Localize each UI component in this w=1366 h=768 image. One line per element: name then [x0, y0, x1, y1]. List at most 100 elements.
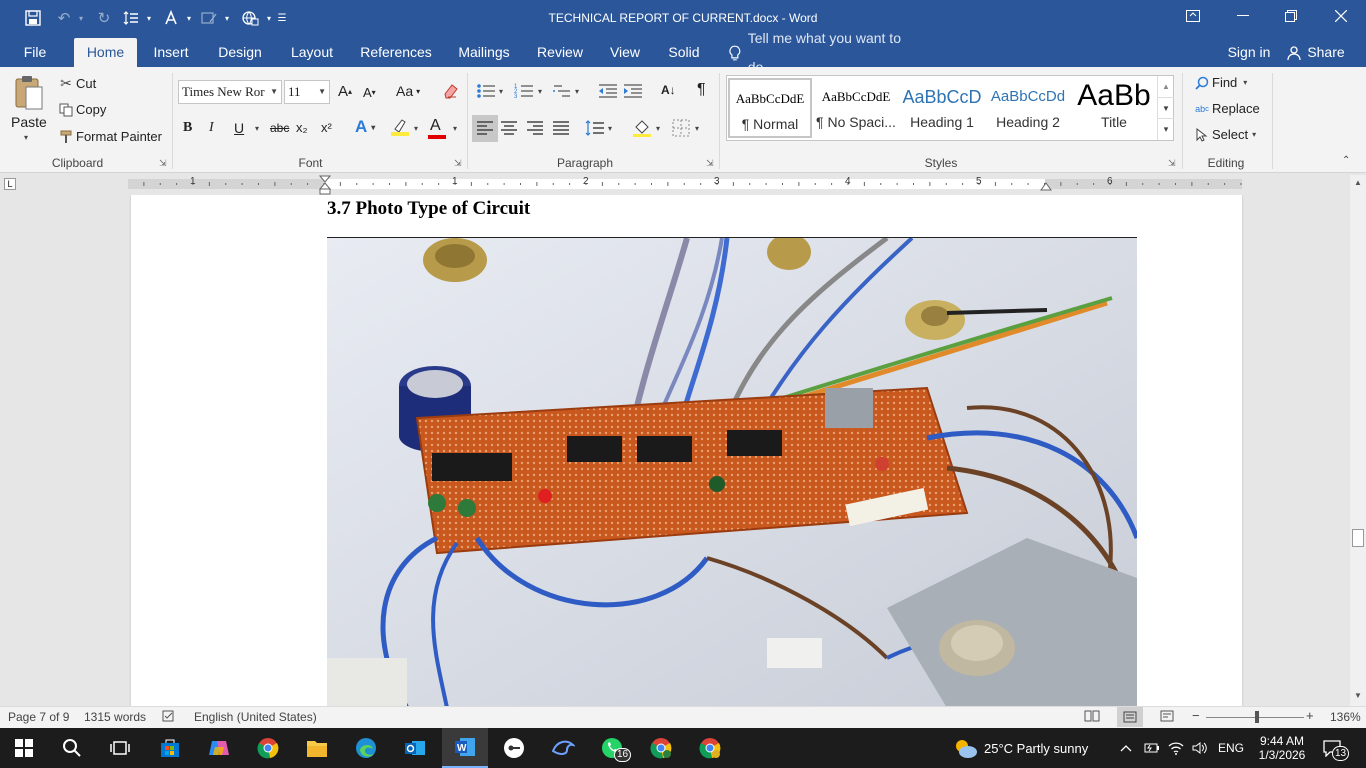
tell-me-search[interactable]: Tell me what you want to do...	[728, 30, 928, 75]
superscript-button[interactable]: x²	[321, 120, 332, 135]
copy-button[interactable]: Copy	[56, 102, 106, 117]
align-center-button[interactable]	[500, 120, 518, 139]
clear-formatting-button[interactable]	[442, 82, 460, 100]
print-layout-icon[interactable]	[1117, 707, 1143, 727]
page-count[interactable]: Page 7 of 9	[8, 710, 69, 724]
italic-button[interactable]: I	[209, 120, 214, 136]
qa-dropdown-icon-4[interactable]: ▾	[264, 7, 274, 29]
justify-button[interactable]	[552, 120, 570, 139]
app-icon[interactable]	[498, 732, 530, 764]
web-layout-icon[interactable]	[238, 7, 262, 29]
read-mode-icon[interactable]	[1084, 710, 1100, 725]
text-effects-button[interactable]: A ▾	[355, 117, 375, 137]
right-indent-marker-icon[interactable]	[1040, 181, 1052, 191]
zoom-level[interactable]: 136%	[1330, 710, 1361, 724]
volume-icon[interactable]	[1192, 728, 1208, 768]
collapse-ribbon-icon[interactable]: ⌃	[1342, 155, 1350, 166]
decrease-indent-button[interactable]	[598, 82, 618, 103]
qa-dropdown-icon-3[interactable]: ▾	[222, 7, 232, 29]
vertical-scrollbar[interactable]: ▲ ▼	[1350, 175, 1366, 706]
bullets-dropdown-icon[interactable]: ▾	[499, 87, 503, 96]
task-view-icon[interactable]	[104, 732, 136, 764]
chrome-profile-icon[interactable]	[645, 732, 677, 764]
numbering-button[interactable]: 123	[514, 82, 534, 103]
qa-dropdown-icon-2[interactable]: ▾	[184, 7, 194, 29]
styles-more-icon[interactable]: ▾	[1158, 118, 1174, 139]
scroll-thumb[interactable]	[1352, 529, 1364, 547]
strikethrough-button[interactable]: abc	[270, 121, 289, 135]
notifications-icon[interactable]: 13	[1322, 728, 1350, 768]
restore-icon[interactable]	[1268, 0, 1314, 32]
paragraph-launcher-icon[interactable]: ⇲	[706, 158, 714, 169]
tab-design[interactable]: Design	[210, 38, 270, 67]
format-painter-button[interactable]: Format Painter	[56, 129, 162, 144]
style-normal[interactable]: AaBbCcDdE ¶ Normal	[728, 78, 812, 138]
redo-icon[interactable]: ↻	[94, 7, 114, 29]
outlook-icon[interactable]	[399, 732, 431, 764]
bullets-button[interactable]	[476, 82, 496, 103]
line-spacing-dropdown-icon[interactable]: ▾	[608, 124, 612, 133]
select-button[interactable]: Select ▾	[1192, 127, 1256, 142]
tab-review[interactable]: Review	[532, 38, 588, 67]
clipboard-launcher-icon[interactable]: ⇲	[159, 158, 167, 169]
shading-button[interactable]	[632, 118, 652, 141]
grow-font-button[interactable]: A ▴	[338, 83, 352, 100]
customize-qa-icon[interactable]: ☰	[274, 7, 290, 29]
shading-dropdown-icon[interactable]: ▾	[656, 124, 660, 133]
replace-button[interactable]: ab c Replace	[1192, 101, 1260, 116]
underline-dropdown-icon[interactable]: ▾	[255, 124, 259, 133]
borders-button[interactable]	[672, 119, 690, 140]
chrome-icon[interactable]	[252, 732, 284, 764]
subscript-button[interactable]: x₂	[296, 120, 308, 135]
search-icon[interactable]	[56, 732, 88, 764]
sign-in-link[interactable]: Sign in	[1222, 38, 1276, 67]
tab-mailings[interactable]: Mailings	[450, 38, 518, 67]
style-heading-2[interactable]: AaBbCcDd Heading 2	[986, 78, 1070, 138]
word-count[interactable]: 1315 words	[84, 710, 146, 724]
wifi-icon[interactable]	[1168, 728, 1184, 768]
tab-file[interactable]: File	[14, 38, 56, 67]
tab-view[interactable]: View	[602, 38, 648, 67]
show-formatting-button[interactable]: ¶	[697, 81, 706, 99]
align-left-button[interactable]	[472, 115, 498, 142]
language-status[interactable]: English (United States)	[194, 710, 317, 724]
paste-dropdown-icon[interactable]: ▾	[24, 133, 28, 142]
font-name-box[interactable]: Times New Ror ▼	[178, 80, 282, 104]
zoom-slider-thumb[interactable]	[1255, 711, 1259, 723]
style-title[interactable]: AaBb Title	[1072, 78, 1156, 138]
borders-dropdown-icon[interactable]: ▾	[695, 124, 699, 133]
undo-dropdown-icon[interactable]: ▾	[76, 7, 86, 29]
draw-table-icon[interactable]	[198, 7, 220, 29]
ribbon-display-icon[interactable]	[1170, 0, 1216, 32]
cut-button[interactable]: ✂ Cut	[56, 75, 96, 92]
word-taskbar-icon[interactable]: W	[442, 728, 488, 768]
indent-marker-icon[interactable]	[319, 175, 331, 195]
tab-layout[interactable]: Layout	[282, 38, 342, 67]
input-language[interactable]: ENG	[1218, 728, 1244, 768]
qa-dropdown-icon[interactable]: ▾	[144, 7, 154, 29]
tab-solid[interactable]: Solid	[662, 38, 706, 67]
horizontal-ruler[interactable]: L 1 1 2 3 4 5 6	[0, 173, 1366, 195]
styles-down-icon[interactable]: ▼	[1158, 97, 1174, 118]
zoom-in-button[interactable]: +	[1306, 708, 1314, 723]
share-button[interactable]: Share	[1282, 38, 1350, 67]
proofing-icon[interactable]	[162, 710, 176, 725]
paste-button[interactable]: Paste ▾	[8, 73, 48, 153]
numbering-dropdown-icon[interactable]: ▾	[538, 87, 542, 96]
styles-launcher-icon[interactable]: ⇲	[1168, 158, 1176, 169]
scroll-down-icon[interactable]: ▼	[1350, 688, 1366, 704]
font-color-button[interactable]: A	[427, 117, 451, 141]
tab-insert[interactable]: Insert	[144, 38, 198, 67]
chrome-profile-icon-2[interactable]	[694, 732, 726, 764]
multilevel-dropdown-icon[interactable]: ▾	[575, 87, 579, 96]
minimize-icon[interactable]	[1220, 0, 1266, 32]
clock[interactable]: 9:44 AM 1/3/2026	[1256, 728, 1308, 768]
change-case-button[interactable]: Aa ▾	[396, 83, 420, 99]
tab-home[interactable]: Home	[74, 38, 137, 67]
zoom-out-button[interactable]: −	[1192, 708, 1200, 723]
font-launcher-icon[interactable]: ⇲	[454, 158, 462, 169]
bold-button[interactable]: B	[183, 120, 192, 136]
battery-icon[interactable]	[1144, 728, 1160, 768]
circuit-photo[interactable]	[327, 238, 1137, 706]
store-icon[interactable]	[154, 732, 186, 764]
